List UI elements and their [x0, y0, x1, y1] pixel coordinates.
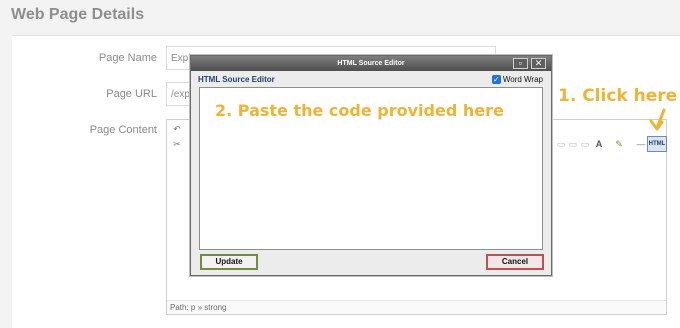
- update-button[interactable]: Update: [200, 254, 258, 270]
- word-wrap-checkbox[interactable]: ✓: [491, 75, 501, 84]
- table-icon[interactable]: ▭: [555, 138, 567, 150]
- editor-status-path: Path: p » strong: [167, 300, 666, 314]
- table-col-icon[interactable]: ▭: [579, 138, 591, 150]
- html-source-editor-dialog: HTML Source Editor ▫ ✕ HTML Source Edito…: [190, 55, 552, 276]
- word-wrap-label: Word Wrap: [502, 75, 543, 84]
- font-color-icon[interactable]: A: [593, 138, 605, 150]
- minimize-button[interactable]: ▫: [513, 58, 528, 69]
- dialog-heading: HTML Source Editor: [198, 75, 275, 84]
- table-row-icon[interactable]: ▭: [567, 138, 579, 150]
- undo-icon[interactable]: ↶: [171, 123, 183, 135]
- page-name-label: Page Name: [98, 52, 157, 64]
- dialog-title: HTML Source Editor: [337, 60, 405, 67]
- cancel-button[interactable]: Cancel: [486, 254, 544, 270]
- close-button[interactable]: ✕: [531, 58, 546, 69]
- page-title: Web Page Details: [11, 6, 145, 23]
- page-url-label: Page URL: [106, 88, 157, 100]
- annotation-paste-code: 2. Paste the code provided here: [215, 101, 504, 120]
- cut-icon[interactable]: ✂: [171, 138, 183, 150]
- html-source-button[interactable]: HTML: [647, 136, 667, 152]
- dialog-titlebar: HTML Source Editor: [191, 56, 551, 71]
- annotation-click-here: 1. Click here: [558, 86, 678, 106]
- annotation-arrow-icon: [649, 108, 666, 131]
- highlight-color-icon[interactable]: ✎: [613, 138, 625, 150]
- word-wrap-toggle[interactable]: ✓ Word Wrap: [491, 75, 543, 84]
- horizontal-rule-icon[interactable]: —: [635, 138, 647, 150]
- page-content-label: Page Content: [89, 124, 157, 136]
